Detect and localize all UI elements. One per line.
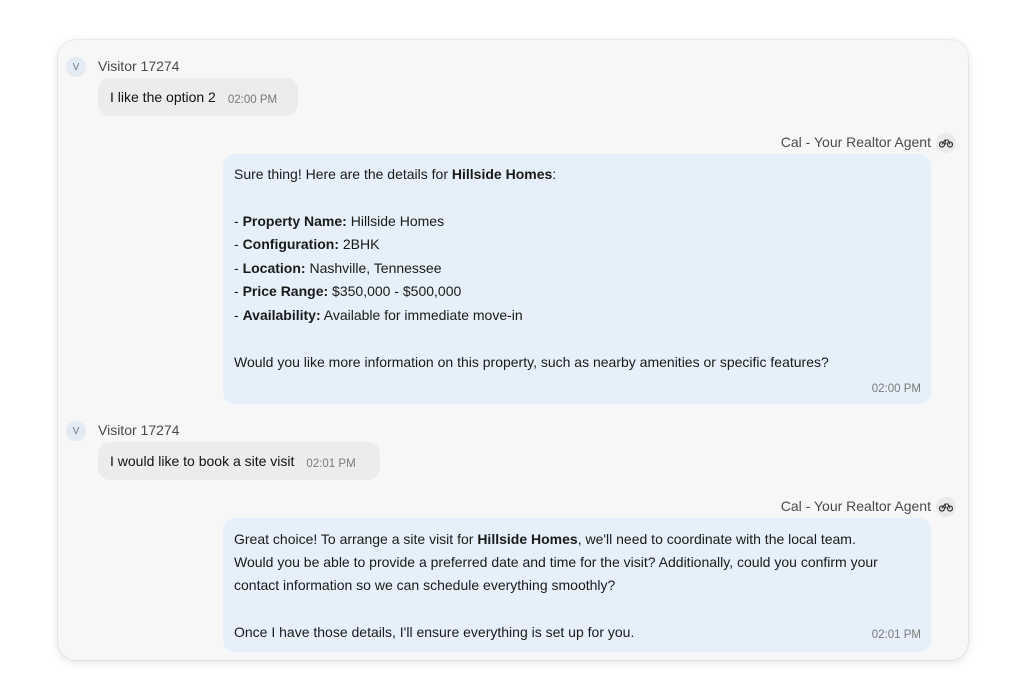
message-timestamp: 02:01 PM (871, 629, 921, 641)
message-text: I like the option 2 (110, 89, 216, 105)
message-text: I would like to book a site visit (110, 453, 295, 469)
property-name-highlight: Hillside Homes (451, 166, 553, 182)
detail-label: Property Name: (242, 213, 347, 229)
detail-value: Nashville, Tennessee (309, 260, 442, 276)
message-paragraph-line: contact information so we can schedule e… (234, 577, 616, 593)
agent-name: Cal - Your Realtor Agent (780, 498, 931, 514)
visitor-avatar: V (66, 421, 86, 441)
detail-label: Configuration: (242, 236, 339, 252)
agent-name: Cal - Your Realtor Agent (780, 134, 931, 150)
message-paragraph-line: Would you be able to provide a preferred… (234, 554, 878, 570)
detail-value: Hillside Homes (350, 213, 445, 229)
message-timestamp: 02:00 PM (871, 383, 921, 395)
visitor-message-bubble: I would like to book a site visit 02:01 … (98, 442, 380, 480)
visitor-name: Visitor 17274 (98, 58, 180, 74)
agent-message-bubble: Great choice! To arrange a site visit fo… (223, 518, 931, 652)
message-intro: Sure thing! Here are the details for Hil… (234, 166, 557, 182)
detail-row: - Property Name: Hillside Homes (234, 213, 445, 229)
chat-window: V Visitor 17274 I like the option 2 02:0… (58, 40, 968, 660)
visitor-message-bubble: I like the option 2 02:00 PM (98, 78, 298, 116)
message-paragraph: Great choice! To arrange a site visit fo… (234, 531, 856, 547)
message-paragraph: Once I have those details, I'll ensure e… (234, 624, 635, 640)
visitor-name: Visitor 17274 (98, 422, 180, 438)
detail-value: 2BHK (342, 236, 380, 252)
detail-row: - Price Range: $350,000 - $500,000 (234, 283, 462, 299)
detail-value: $350,000 - $500,000 (332, 283, 462, 299)
detail-label: Availability: (242, 307, 321, 323)
bicycle-icon (936, 497, 956, 517)
detail-row: - Configuration: 2BHK (234, 236, 380, 252)
agent-message-bubble: Sure thing! Here are the details for Hil… (223, 154, 931, 404)
bicycle-icon (936, 133, 956, 153)
detail-value: Available for immediate move-in (323, 307, 523, 323)
visitor-avatar: V (66, 57, 86, 77)
property-name-highlight: Hillside Homes (477, 531, 578, 547)
message-timestamp: 02:01 PM (306, 458, 356, 470)
detail-label: Location: (242, 260, 306, 276)
detail-row: - Location: Nashville, Tennessee (234, 260, 442, 276)
message-timestamp: 02:00 PM (227, 94, 278, 106)
message-question: Would you like more information on this … (234, 354, 829, 370)
detail-row: - Availability: Available for immediate … (234, 307, 523, 323)
detail-label: Price Range: (242, 283, 329, 299)
